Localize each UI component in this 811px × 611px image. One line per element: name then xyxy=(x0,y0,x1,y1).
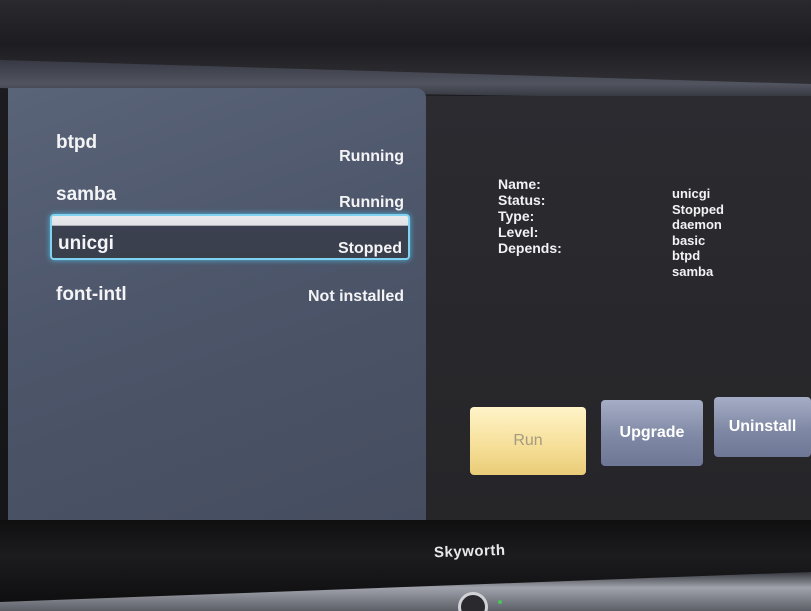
service-name: font-intl xyxy=(56,284,127,305)
label-type: Type: xyxy=(498,208,535,224)
service-item-font-intl[interactable]: font-intl Not installed xyxy=(50,282,410,318)
service-status: Not installed xyxy=(307,288,404,305)
service-name: btpd xyxy=(56,132,98,153)
uninstall-button[interactable]: Uninstall xyxy=(714,397,811,457)
service-name: unicgi xyxy=(58,233,114,254)
detail-labels: Name: Status: Type: Level: Depends: xyxy=(498,176,562,256)
value-depends-2: samba xyxy=(672,263,714,279)
label-depends: Depends: xyxy=(498,240,562,256)
service-item-samba[interactable]: samba Running xyxy=(50,180,410,216)
run-button[interactable]: Run xyxy=(470,407,586,475)
value-name: unicgi xyxy=(672,186,711,201)
value-status: Stopped xyxy=(672,201,724,217)
service-item-unicgi[interactable]: unicgi Stopped xyxy=(50,214,410,260)
label-name: Name: xyxy=(498,176,541,192)
service-status: Running xyxy=(339,148,404,165)
label-status: Status: xyxy=(498,192,546,208)
brand-logo: Skyworth xyxy=(433,541,506,562)
power-led-icon xyxy=(498,600,502,604)
service-name: samba xyxy=(56,184,117,205)
service-status: Stopped xyxy=(338,240,402,257)
service-status: Running xyxy=(339,194,404,211)
value-depends-1: btpd xyxy=(672,248,701,263)
tv-photo: btpd Running samba Running unicgi Stoppe… xyxy=(0,0,811,611)
label-level: Level: xyxy=(498,224,539,240)
upgrade-button[interactable]: Upgrade xyxy=(601,400,703,466)
value-level: basic xyxy=(672,232,706,248)
value-type: daemon xyxy=(672,217,722,232)
service-item-btpd[interactable]: btpd Running xyxy=(50,128,410,165)
detail-values: unicgi Stopped daemon basic btpd samba xyxy=(672,186,724,279)
